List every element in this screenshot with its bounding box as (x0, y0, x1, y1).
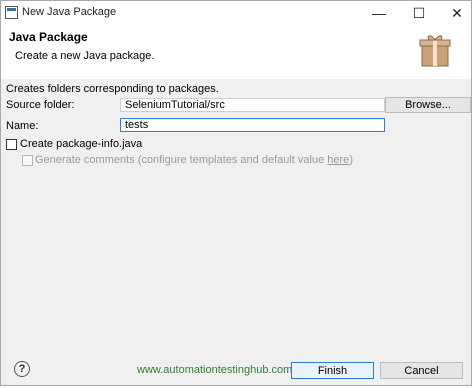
help-icon[interactable]: ? (14, 361, 30, 377)
name-label: Name: (6, 120, 39, 132)
create-package-info-checkbox[interactable] (6, 139, 17, 150)
generate-comments-text: Generate comments (configure templates a… (35, 154, 328, 166)
maximize-button[interactable]: ☐ (399, 1, 439, 25)
info-text: Creates folders corresponding to package… (6, 83, 219, 95)
package-icon (419, 35, 451, 67)
configure-templates-link[interactable]: here (327, 154, 349, 166)
page-title: Java Package (9, 30, 88, 44)
browse-button[interactable]: Browse... (385, 97, 471, 113)
close-button[interactable]: ✕ (437, 1, 471, 25)
app-icon (5, 6, 18, 19)
minimize-button[interactable]: — (359, 1, 399, 25)
form-area: Creates folders corresponding to package… (1, 79, 471, 349)
generate-comments-suffix: ) (349, 154, 353, 166)
page-description: Create a new Java package. (15, 50, 155, 62)
create-package-info-label: Create package-info.java (20, 138, 143, 150)
watermark-text: www.automationtestinghub.com (137, 364, 293, 376)
name-input[interactable]: tests (120, 118, 385, 132)
footer: ? www.automationtestinghub.com Finish Ca… (1, 349, 471, 385)
generate-comments-label: Generate comments (configure templates a… (35, 154, 353, 166)
wizard-header: Java Package Create a new Java package. (1, 25, 471, 80)
source-folder-input[interactable]: SeleniumTutorial/src (120, 98, 385, 112)
generate-comments-checkbox[interactable] (22, 155, 33, 166)
window-title: New Java Package (22, 6, 117, 18)
finish-button[interactable]: Finish (291, 362, 374, 379)
dialog-window: New Java Package — ☐ ✕ Java Package Crea… (0, 0, 472, 386)
titlebar: New Java Package — ☐ ✕ (1, 1, 471, 25)
source-folder-label: Source folder: (6, 99, 75, 111)
cancel-button[interactable]: Cancel (380, 362, 463, 379)
